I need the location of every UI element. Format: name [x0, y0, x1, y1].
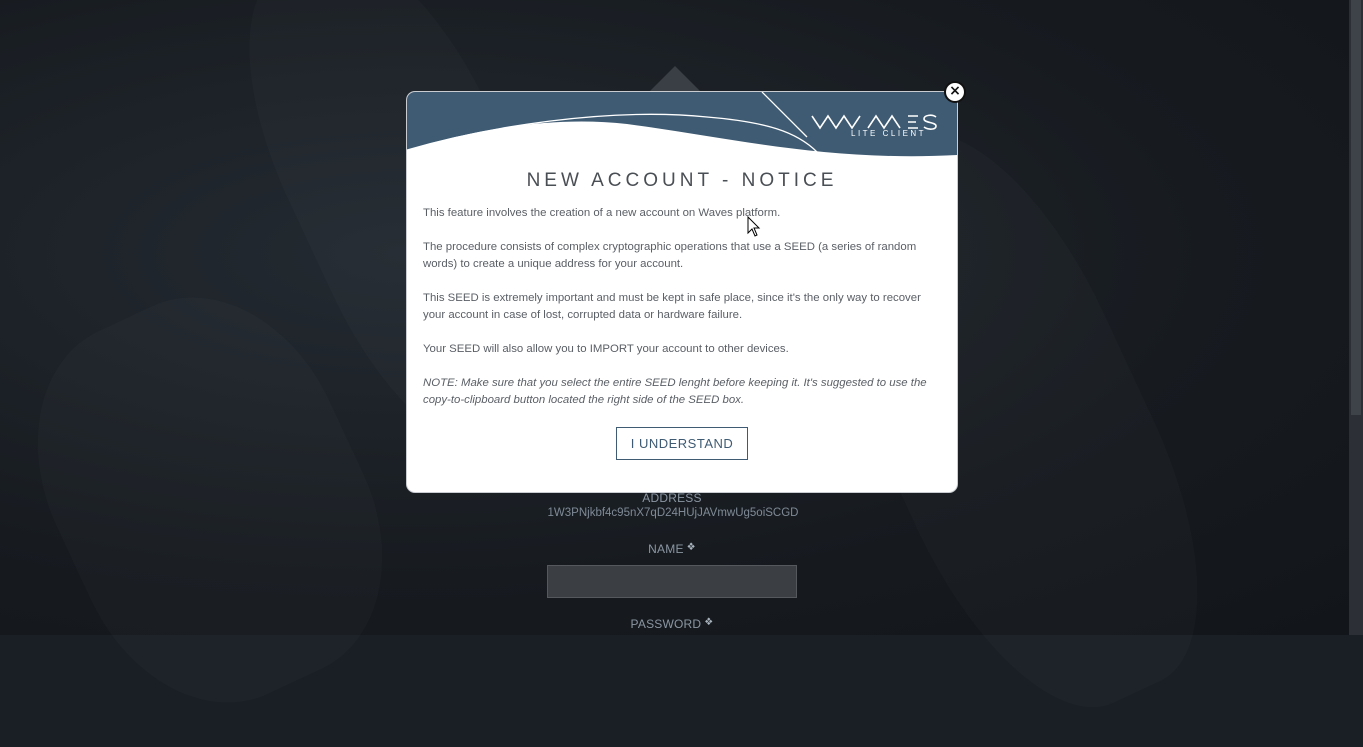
seed-note: NOTE: Make sure that you select the enti…: [423, 377, 927, 406]
help-icon[interactable]: ❖: [704, 617, 713, 628]
close-icon: ×: [949, 83, 961, 99]
help-icon[interactable]: ❖: [687, 542, 696, 553]
notice-paragraph: Your SEED will also allow you to IMPORT …: [423, 343, 789, 355]
modal-title: NEW ACCOUNT - NOTICE: [526, 170, 838, 191]
modal-body: This feature involves the creation of a …: [423, 205, 943, 426]
close-modal-button[interactable]: ×: [944, 81, 966, 103]
notice-paragraph: This feature involves the creation of a …: [423, 207, 781, 219]
notice-paragraph: The procedure consists of complex crypto…: [423, 241, 917, 270]
scrollbar-thumb[interactable]: [1351, 0, 1361, 415]
address-label: ADDRESS: [642, 491, 702, 505]
notice-paragraph: This SEED is extremely important and mus…: [423, 292, 921, 321]
address-value: 1W3PNjkbf4c95nX7qD24HUjJAVmwUg5oiSCGD: [547, 507, 799, 519]
mouse-pointer-icon: [747, 216, 761, 237]
page-scrollbar[interactable]: [1349, 0, 1363, 635]
name-label: NAME: [648, 542, 684, 556]
i-understand-button[interactable]: I UNDERSTAND: [616, 427, 748, 460]
password-label: PASSWORD: [630, 617, 702, 631]
name-input[interactable]: [547, 565, 797, 598]
logo-subtitle: LITE CLIENT: [851, 129, 927, 138]
name-label-row: NAME ❖: [547, 542, 797, 556]
password-label-row: PASSWORD ❖: [547, 617, 797, 631]
